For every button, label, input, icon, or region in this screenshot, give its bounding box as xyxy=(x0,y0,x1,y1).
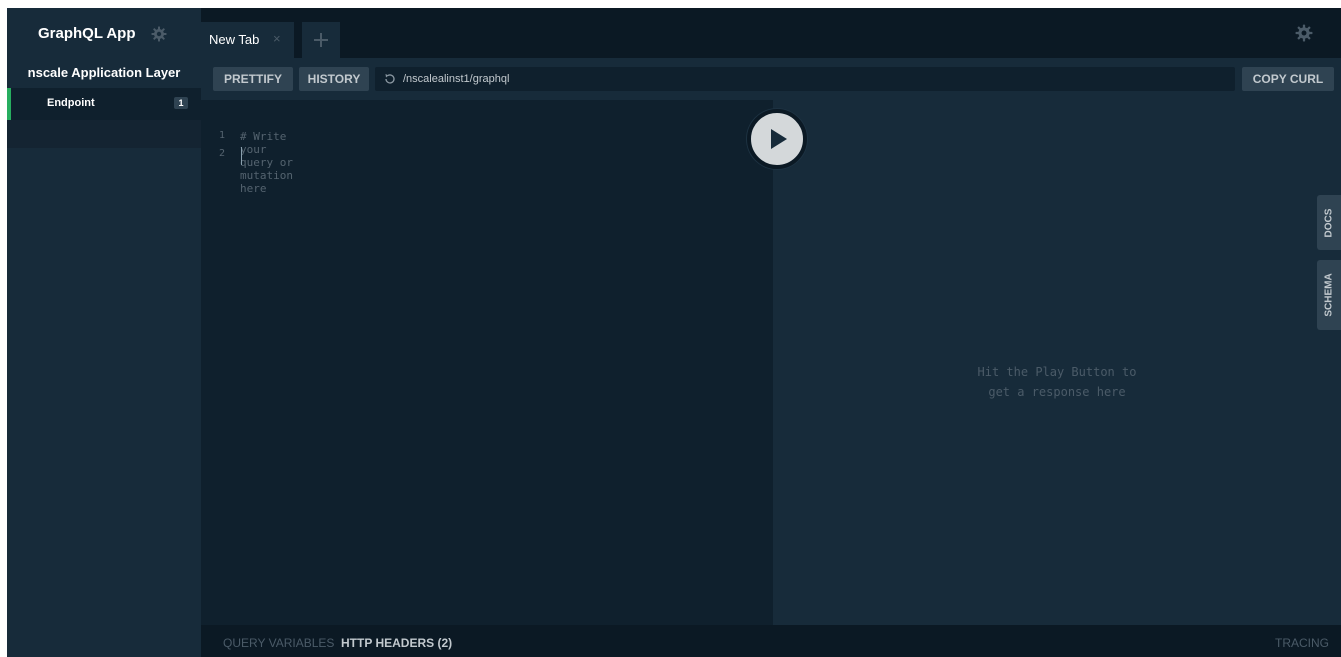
history-button[interactable]: HISTORY xyxy=(299,67,369,91)
app-title: GraphQL App xyxy=(38,25,136,42)
prettify-button[interactable]: PRETTIFY xyxy=(213,67,293,91)
http-headers-tab[interactable]: HTTP HEADERS (2) xyxy=(341,636,452,650)
execute-query-button[interactable] xyxy=(747,109,807,169)
play-icon xyxy=(771,129,787,149)
docs-tab-label: DOCS xyxy=(1323,208,1335,237)
copy-curl-button[interactable]: COPY CURL xyxy=(1242,67,1334,91)
add-tab-button[interactable] xyxy=(302,22,340,58)
query-editor[interactable]: 1 # Write your query or mutation here 2 xyxy=(204,100,773,625)
gear-icon[interactable] xyxy=(151,26,167,42)
docs-tab[interactable]: DOCS xyxy=(1317,195,1341,250)
tab-label: New Tab xyxy=(209,32,260,47)
result-placeholder: Hit the Play Button to get a response he… xyxy=(977,365,1137,399)
plus-icon xyxy=(314,33,328,47)
query-variables-tab[interactable]: QUERY VARIABLES xyxy=(223,636,334,650)
sidebar-divider xyxy=(7,120,201,148)
tab-new-tab[interactable]: New Tab × xyxy=(201,22,294,58)
line-number: 2 xyxy=(219,148,226,159)
reload-icon[interactable] xyxy=(383,72,397,86)
bottom-bar: QUERY VARIABLES HTTP HEADERS (2) TRACING xyxy=(201,625,1341,657)
close-icon[interactable]: × xyxy=(273,31,281,46)
schema-tab-label: SCHEMA xyxy=(1323,273,1335,317)
project-title: nscale Application Layer xyxy=(27,65,181,80)
endpoint-url: /nscalealinst1/graphql xyxy=(403,73,510,85)
endpoint-url-input[interactable]: /nscalealinst1/graphql xyxy=(375,67,1235,91)
schema-tab[interactable]: SCHEMA xyxy=(1317,260,1341,330)
endpoint-label: Endpoint xyxy=(47,97,95,109)
endpoint-count-badge: 1 xyxy=(174,97,188,109)
playground-app: GraphQL App nscale Application Layer End… xyxy=(7,8,1341,657)
app-header: GraphQL App xyxy=(7,8,201,60)
code-comment: # Write your query or mutation here xyxy=(240,130,293,195)
tab-bar: New Tab × xyxy=(201,8,1341,58)
tracing-tab[interactable]: TRACING xyxy=(1275,636,1329,650)
gear-icon[interactable] xyxy=(1295,24,1313,42)
sidebar-item-endpoint[interactable]: Endpoint 1 xyxy=(7,88,201,120)
result-pane: Hit the Play Button to get a response he… xyxy=(773,100,1341,625)
active-indicator xyxy=(7,88,11,120)
text-cursor xyxy=(241,147,242,165)
toolbar: PRETTIFY HISTORY /nscalealinst1/graphql … xyxy=(201,58,1341,100)
sidebar: GraphQL App nscale Application Layer End… xyxy=(7,8,201,657)
line-number: 1 xyxy=(219,130,226,141)
